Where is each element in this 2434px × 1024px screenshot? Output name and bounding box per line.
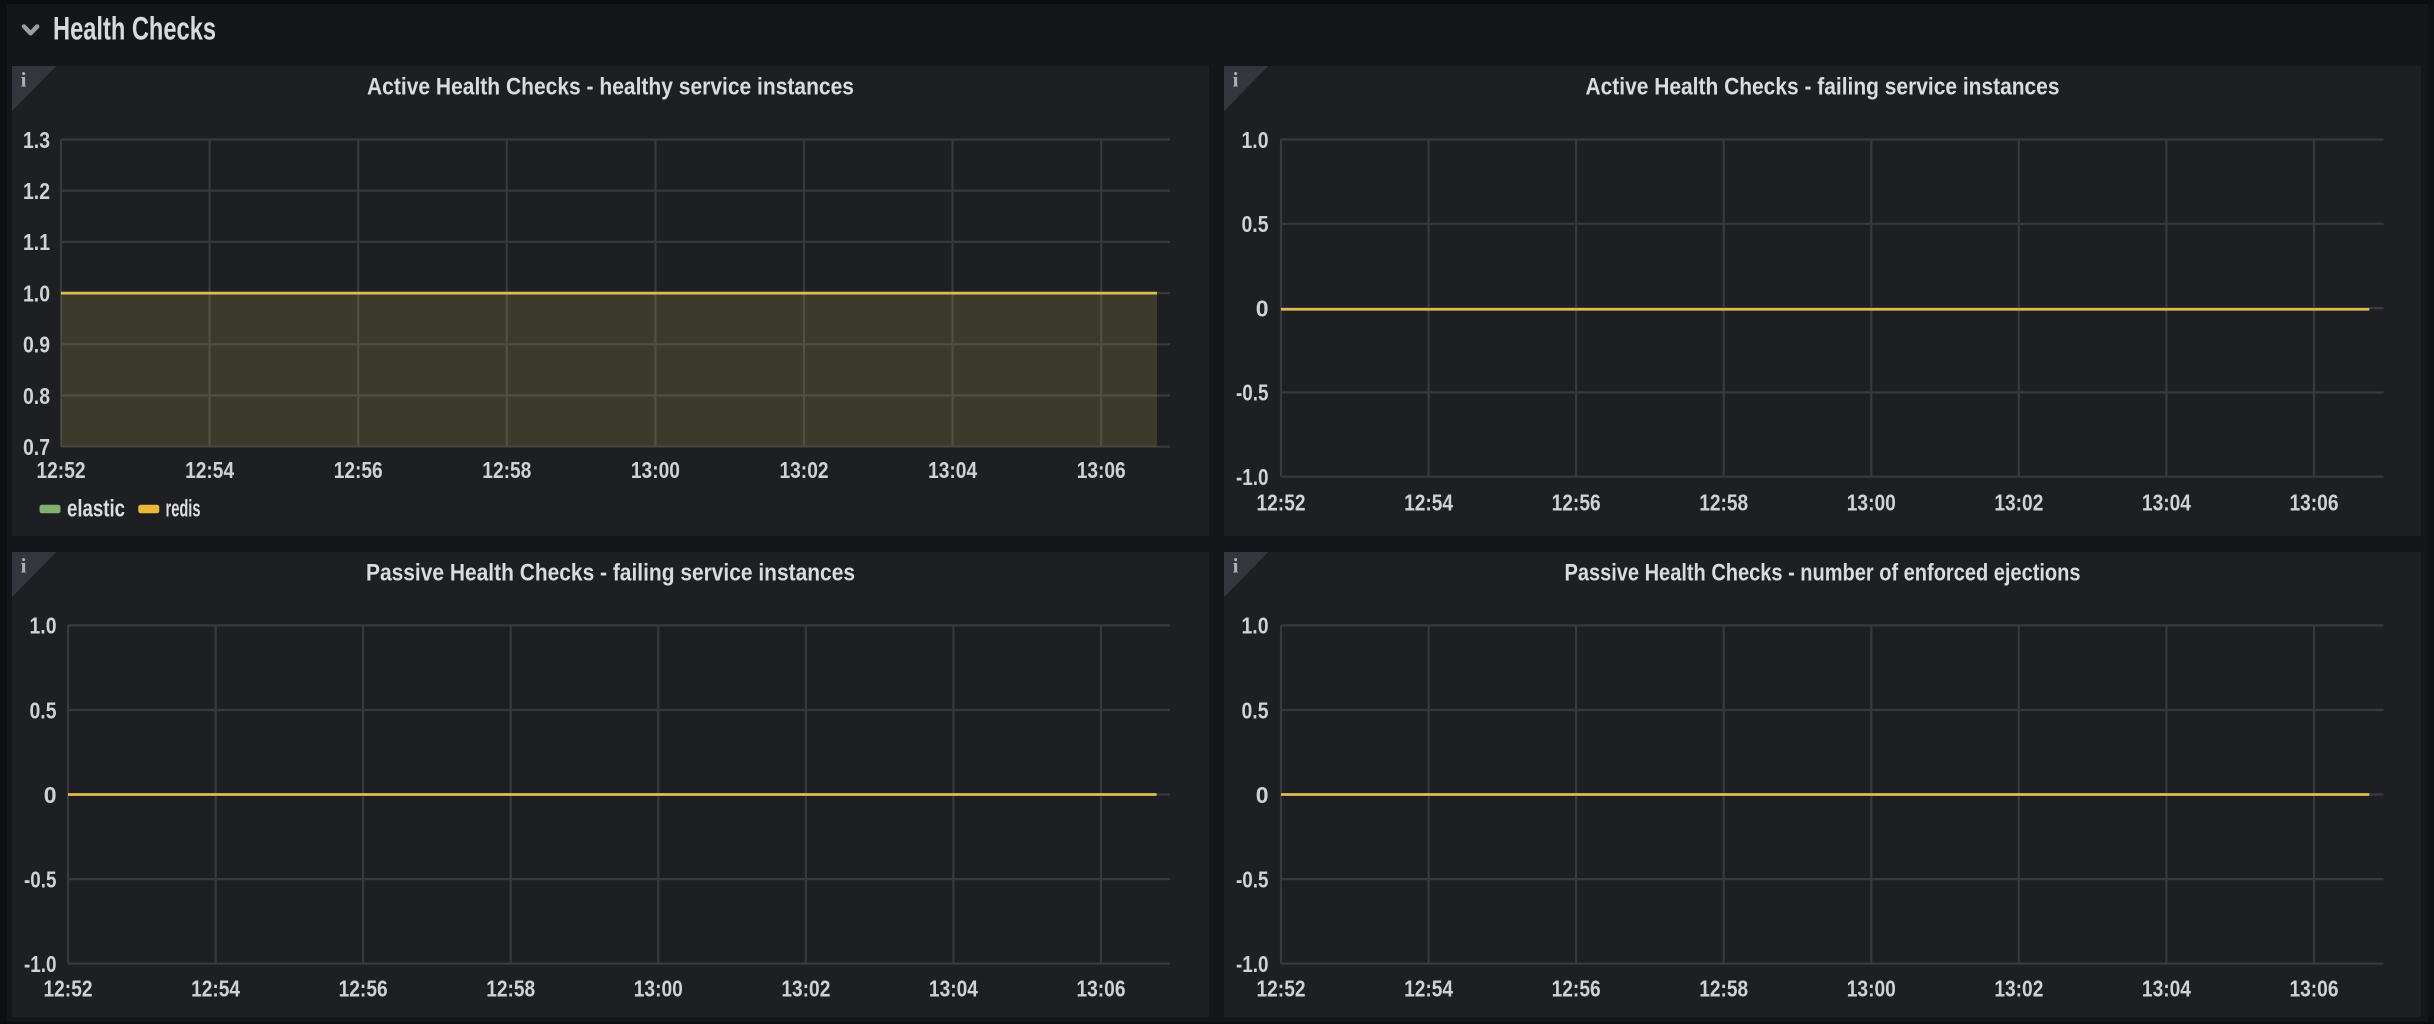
- svg-text:12:58: 12:58: [482, 457, 531, 483]
- svg-text:1.0: 1.0: [1242, 613, 1269, 639]
- svg-text:Active Health Checks - healthy: Active Health Checks - healthy service i…: [367, 74, 854, 101]
- svg-text:1.2: 1.2: [23, 178, 50, 204]
- svg-text:i: i: [21, 554, 27, 578]
- svg-text:Passive Health Checks - failin: Passive Health Checks - failing service …: [366, 560, 855, 587]
- svg-text:0.5: 0.5: [30, 697, 57, 723]
- svg-text:1.0: 1.0: [1242, 127, 1269, 153]
- svg-text:Passive Health Checks - number: Passive Health Checks - number of enforc…: [1565, 560, 2081, 587]
- svg-text:13:04: 13:04: [2142, 976, 2191, 1002]
- svg-text:13:00: 13:00: [1847, 489, 1896, 515]
- svg-text:12:54: 12:54: [185, 457, 234, 483]
- svg-text:13:00: 13:00: [1847, 976, 1896, 1002]
- svg-text:12:58: 12:58: [486, 976, 535, 1002]
- svg-text:0.9: 0.9: [23, 332, 50, 358]
- svg-text:1.0: 1.0: [30, 613, 57, 639]
- svg-text:-1.0: -1.0: [1236, 951, 1269, 977]
- svg-text:12:54: 12:54: [191, 976, 240, 1002]
- svg-text:0: 0: [44, 782, 57, 808]
- svg-text:-1.0: -1.0: [24, 951, 57, 977]
- svg-text:-0.5: -0.5: [24, 866, 57, 892]
- svg-text:13:06: 13:06: [2289, 976, 2338, 1002]
- svg-text:12:56: 12:56: [339, 976, 388, 1002]
- svg-text:12:56: 12:56: [1552, 976, 1601, 1002]
- svg-text:12:56: 12:56: [1552, 489, 1601, 515]
- svg-text:12:52: 12:52: [1257, 976, 1306, 1002]
- svg-text:0.5: 0.5: [1242, 697, 1269, 723]
- svg-text:-0.5: -0.5: [1236, 380, 1269, 406]
- svg-text:i: i: [1233, 68, 1239, 92]
- svg-text:1.1: 1.1: [23, 229, 50, 255]
- svg-text:i: i: [1233, 554, 1239, 578]
- svg-text:13:06: 13:06: [1077, 457, 1126, 483]
- svg-text:12:52: 12:52: [44, 976, 93, 1002]
- svg-text:12:58: 12:58: [1699, 976, 1748, 1002]
- svg-text:13:02: 13:02: [781, 976, 830, 1002]
- svg-text:12:52: 12:52: [1257, 489, 1306, 515]
- svg-text:13:00: 13:00: [631, 457, 680, 483]
- svg-text:-0.5: -0.5: [1236, 866, 1269, 892]
- svg-text:13:02: 13:02: [780, 457, 829, 483]
- svg-text:0.5: 0.5: [1242, 211, 1269, 237]
- svg-text:12:52: 12:52: [37, 457, 86, 483]
- svg-text:12:54: 12:54: [1404, 489, 1453, 515]
- svg-text:0: 0: [1256, 295, 1269, 321]
- svg-text:13:02: 13:02: [1994, 489, 2043, 515]
- svg-text:-1.0: -1.0: [1236, 464, 1269, 490]
- svg-text:12:58: 12:58: [1699, 489, 1748, 515]
- svg-text:Health Checks: Health Checks: [53, 11, 216, 47]
- svg-text:1.3: 1.3: [23, 127, 50, 153]
- svg-text:1.0: 1.0: [23, 280, 50, 306]
- svg-text:13:00: 13:00: [634, 976, 683, 1002]
- svg-text:Active Health Checks - failing: Active Health Checks - failing service i…: [1586, 74, 2060, 101]
- svg-text:13:06: 13:06: [1076, 976, 1125, 1002]
- svg-text:13:04: 13:04: [928, 457, 977, 483]
- svg-text:12:54: 12:54: [1404, 976, 1453, 1002]
- svg-text:13:04: 13:04: [929, 976, 978, 1002]
- svg-text:elastic: elastic: [67, 496, 125, 523]
- svg-text:13:02: 13:02: [1994, 976, 2043, 1002]
- svg-text:i: i: [21, 68, 27, 92]
- svg-text:0.8: 0.8: [23, 383, 50, 409]
- svg-text:redis: redis: [166, 496, 201, 523]
- svg-text:13:06: 13:06: [2289, 489, 2338, 515]
- svg-text:0: 0: [1256, 782, 1269, 808]
- svg-text:13:04: 13:04: [2142, 489, 2191, 515]
- svg-text:12:56: 12:56: [334, 457, 383, 483]
